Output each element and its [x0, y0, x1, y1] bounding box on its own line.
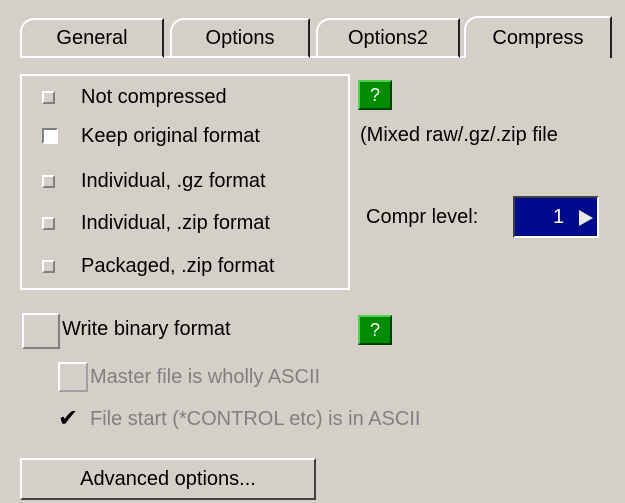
compr-level-label: Compr level:	[366, 206, 479, 228]
master-ascii-label: Master file is wholly ASCII	[90, 366, 321, 388]
radio-indicator[interactable]	[42, 174, 55, 188]
compr-level-value: 1	[553, 206, 565, 228]
radio-indicator[interactable]	[42, 216, 55, 230]
help-icon: ?	[369, 319, 380, 340]
mixed-format-note: (Mixed raw/.gz/.zip file	[360, 124, 558, 146]
radio-label: Individual, .gz format	[81, 169, 266, 192]
tab-options[interactable]: Options	[170, 18, 310, 58]
help-icon: ?	[369, 84, 380, 105]
dropdown-arrow-icon	[579, 210, 593, 226]
tab-general-label: General	[56, 26, 128, 49]
compr-level-selector[interactable]: 1	[513, 196, 599, 238]
tab-options-label: Options	[205, 26, 275, 49]
radio-indicator-selected[interactable]	[42, 128, 58, 144]
radio-label: Packaged, .zip format	[81, 254, 275, 277]
file-start-ascii-label: File start (*CONTROL etc) is in ASCII	[90, 408, 421, 430]
radio-individual-gz[interactable]: Individual, .gz format	[42, 166, 266, 196]
tab-options2-label: Options2	[347, 26, 429, 49]
radio-not-compressed[interactable]: Not compressed	[42, 82, 227, 112]
radio-indicator[interactable]	[42, 90, 55, 104]
tab-options2[interactable]: Options2	[316, 18, 460, 58]
radio-keep-original[interactable]: Keep original format	[42, 121, 260, 151]
advanced-options-label: Advanced options...	[80, 467, 256, 490]
radio-indicator[interactable]	[42, 259, 55, 273]
tab-compress-label: Compress	[492, 26, 584, 49]
master-ascii-checkbox[interactable]	[58, 362, 88, 392]
advanced-options-button[interactable]: Advanced options...	[20, 458, 316, 500]
radio-label: Individual, .zip format	[81, 211, 270, 234]
write-binary-label: Write binary format	[62, 318, 231, 340]
binary-help-button[interactable]: ?	[358, 315, 392, 345]
tab-compress[interactable]: Compress	[464, 16, 612, 58]
radio-individual-zip[interactable]: Individual, .zip format	[42, 208, 270, 238]
tab-general[interactable]: General	[20, 18, 164, 58]
write-binary-checkbox[interactable]	[22, 313, 60, 349]
radio-label: Not compressed	[81, 85, 227, 108]
radio-label: Keep original format	[81, 124, 260, 147]
radio-packaged-zip[interactable]: Packaged, .zip format	[42, 251, 274, 281]
compression-help-button[interactable]: ?	[358, 80, 392, 110]
checkmark-icon[interactable]: ✔	[58, 407, 78, 431]
